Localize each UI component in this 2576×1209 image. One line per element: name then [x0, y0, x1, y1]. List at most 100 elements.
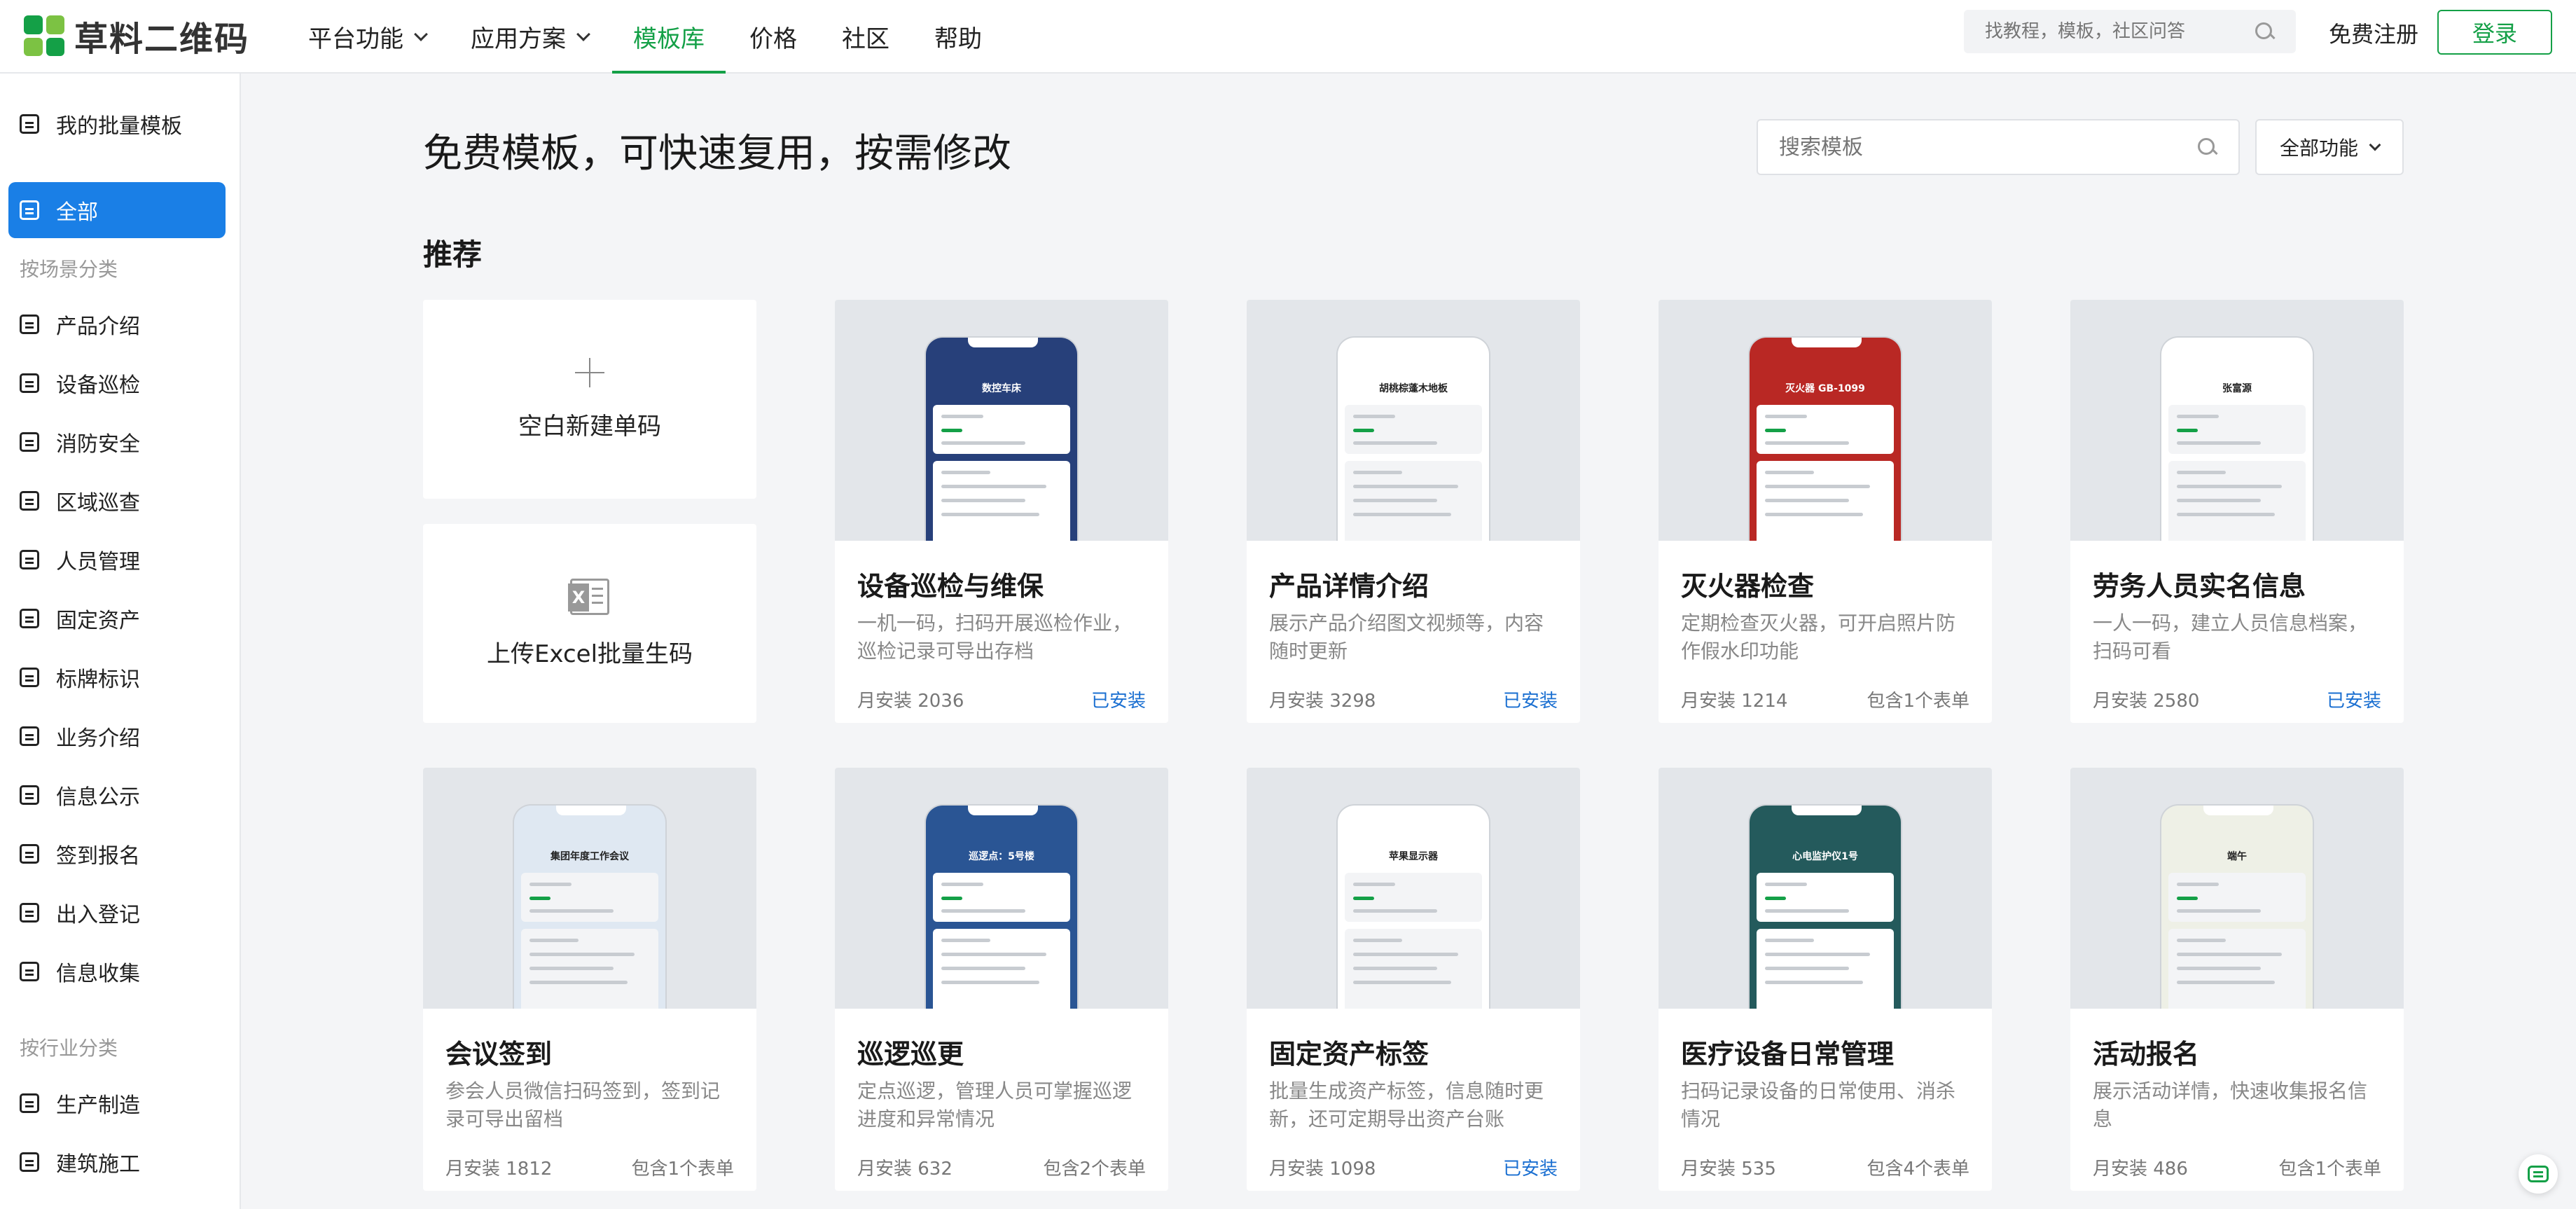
template-card[interactable]: 灭火器 GB-1099 灭火器检查 定期检查灭火器，可开启照片防作假水印功能 月安装 … — [1659, 300, 1992, 723]
phone-notch — [1380, 338, 1450, 347]
phone-content-block — [521, 873, 658, 922]
category-icon — [20, 962, 39, 981]
template-card-status: 包含1个表单 — [631, 1159, 734, 1180]
sidebar-item-all[interactable]: 全部 — [8, 182, 226, 238]
sidebar-item[interactable]: 标牌标识 — [8, 649, 226, 705]
sidebar-item[interactable]: 建筑施工 — [8, 1134, 226, 1190]
nav-item[interactable]: 模板库 — [612, 0, 726, 74]
category-icon — [20, 726, 39, 746]
template-card[interactable]: 端午 活动报名 展示活动详情，快速收集报名信息 月安装 486 包含1个表单 — [2070, 768, 2404, 1191]
phone-preview: 数控车床 — [925, 336, 1079, 541]
phone-preview: 巡逻点：5号楼 — [925, 804, 1079, 1009]
nav-item[interactable]: 帮助 — [934, 0, 982, 74]
template-card-installs: 月安装 2580 — [2093, 691, 2200, 712]
template-search-input[interactable] — [1779, 134, 2196, 160]
global-search-input[interactable] — [1985, 21, 2254, 42]
login-button[interactable]: 登录 — [2437, 10, 2552, 55]
phone-content-block — [1345, 929, 1482, 1009]
template-card-installs: 月安装 3298 — [1269, 691, 1376, 712]
nav-item[interactable]: 价格 — [749, 0, 797, 74]
sidebar-item[interactable]: 信息收集 — [8, 944, 226, 1000]
template-card-description: 批量生成资产标签，信息随时更新，还可定期导出资产台账 — [1269, 1079, 1544, 1131]
sidebar-item[interactable]: 人员管理 — [8, 532, 226, 588]
register-link[interactable]: 免费注册 — [2329, 17, 2418, 49]
template-thumbnail: 张富源 — [2070, 300, 2404, 541]
phone-content-block — [2168, 405, 2306, 454]
sidebar-item-label: 标牌标识 — [56, 668, 140, 692]
plus-icon — [575, 357, 604, 387]
template-thumbnail: 苹果显示器 — [1247, 768, 1580, 1009]
nav-item-label: 社区 — [842, 25, 889, 53]
template-card[interactable]: 巡逻点：5号楼 巡逻巡更 定点巡逻，管理人员可掌握巡逻进度和异常情况 月安装 632 包… — [835, 768, 1168, 1191]
template-card-title: 医疗设备日常管理 — [1681, 1039, 1895, 1070]
nav-item-label: 平台功能 — [308, 25, 403, 53]
phone-notch — [968, 338, 1038, 347]
template-card-status: 已安装 — [1090, 691, 1146, 712]
category-icon — [20, 373, 39, 393]
template-card-status: 已安装 — [1502, 691, 1558, 712]
chevron-down-icon — [2369, 139, 2381, 151]
phone-content-block — [521, 929, 658, 1009]
template-card[interactable]: 心电监护仪1号 医疗设备日常管理 扫码记录设备的日常使用、消杀情况 月安装 535 包含… — [1659, 768, 1992, 1191]
chat-icon — [2528, 1166, 2549, 1182]
category-icon — [20, 315, 39, 334]
template-card-description: 参会人员微信扫码签到，签到记录可导出留档 — [445, 1079, 721, 1131]
phone-preview-title: 巡逻点：5号楼 — [969, 851, 1034, 862]
template-card-title: 劳务人员实名信息 — [2093, 571, 2306, 602]
sidebar-item-label: 全部 — [56, 200, 98, 225]
search-icon[interactable] — [2254, 21, 2275, 42]
template-card-title: 巡逻巡更 — [857, 1039, 964, 1070]
template-card[interactable]: 胡桃棕蓬木地板 产品详情介绍 展示产品介绍图文视频等，内容随时更新 月安装 3298 已… — [1247, 300, 1580, 723]
sidebar-item[interactable]: 签到报名 — [8, 826, 226, 882]
blank-new-code-card[interactable]: 空白新建单码 — [423, 300, 756, 499]
chevron-down-icon — [414, 27, 428, 41]
sidebar-item[interactable]: 固定资产 — [8, 590, 226, 647]
sidebar-item[interactable]: 区域巡查 — [8, 473, 226, 529]
template-card-installs: 月安装 1214 — [1681, 691, 1788, 712]
template-card[interactable]: 张富源 劳务人员实名信息 一人一码，建立人员信息档案，扫码可看 月安装 2580 已安装 — [2070, 300, 2404, 723]
phone-notch — [556, 806, 626, 815]
template-card-description: 一人一码，建立人员信息档案，扫码可看 — [2093, 612, 2368, 663]
bookmark-icon — [20, 200, 39, 220]
sidebar-item[interactable]: 产品介绍 — [8, 296, 226, 352]
phone-notch — [1792, 338, 1862, 347]
nav-item[interactable]: 平台功能 — [308, 0, 428, 74]
nav-item-label: 价格 — [749, 25, 797, 53]
nav-item[interactable]: 社区 — [842, 0, 889, 74]
category-icon — [20, 491, 39, 511]
nav-item[interactable]: 应用方案 — [471, 0, 590, 74]
sidebar-item[interactable]: 信息公示 — [8, 767, 226, 823]
search-icon[interactable] — [2196, 137, 2217, 158]
template-card-title: 产品详情介绍 — [1269, 571, 1429, 602]
sidebar-item[interactable]: 消防安全 — [8, 414, 226, 470]
logo-icon — [24, 15, 64, 56]
template-icon — [20, 114, 39, 134]
sidebar-item-label: 消防安全 — [56, 432, 140, 457]
phone-preview-title: 心电监护仪1号 — [1792, 851, 1858, 862]
sidebar-item[interactable]: 业务介绍 — [8, 708, 226, 764]
template-card-installs: 月安装 632 — [857, 1159, 953, 1180]
nav-item-label: 应用方案 — [471, 25, 566, 53]
template-thumbnail: 集团年度工作会议 — [423, 768, 756, 1009]
phone-preview-title: 端午 — [2227, 851, 2247, 862]
sidebar-item[interactable]: 设备巡检 — [8, 355, 226, 411]
template-card[interactable]: 集团年度工作会议 会议签到 参会人员微信扫码签到，签到记录可导出留档 月安装 1812… — [423, 768, 756, 1191]
template-card-status: 包含1个表单 — [1867, 691, 1969, 712]
sidebar-item[interactable]: 生产制造 — [8, 1075, 226, 1131]
chat-support-button[interactable] — [2519, 1154, 2558, 1194]
sidebar-item-label: 信息收集 — [56, 962, 140, 986]
template-search[interactable] — [1757, 119, 2240, 175]
template-card[interactable]: 苹果显示器 固定资产标签 批量生成资产标签，信息随时更新，还可定期导出资产台账 月安装… — [1247, 768, 1580, 1191]
sidebar-item-label: 信息公示 — [56, 785, 140, 810]
sidebar-item[interactable]: 出入登记 — [8, 885, 226, 941]
phone-content-block — [933, 929, 1070, 1009]
logo[interactable]: 草料二维码 — [24, 13, 249, 59]
function-filter-select[interactable]: 全部功能 — [2255, 119, 2404, 175]
template-card-status: 包含4个表单 — [1867, 1159, 1969, 1180]
template-card[interactable]: 数控车床 设备巡检与维保 一机一码，扫码开展巡检作业，巡检记录可导出存档 月安装 20… — [835, 300, 1168, 723]
filter-select-value: 全部功能 — [2279, 137, 2358, 160]
sidebar-item-my-templates[interactable]: 我的批量模板 — [8, 96, 226, 152]
global-search[interactable] — [1964, 10, 2296, 53]
excel-upload-card[interactable]: 上传Excel批量生码 — [423, 524, 756, 723]
main-nav: 平台功能 应用方案 模板库 价格 社区 帮助 — [308, 0, 1027, 74]
